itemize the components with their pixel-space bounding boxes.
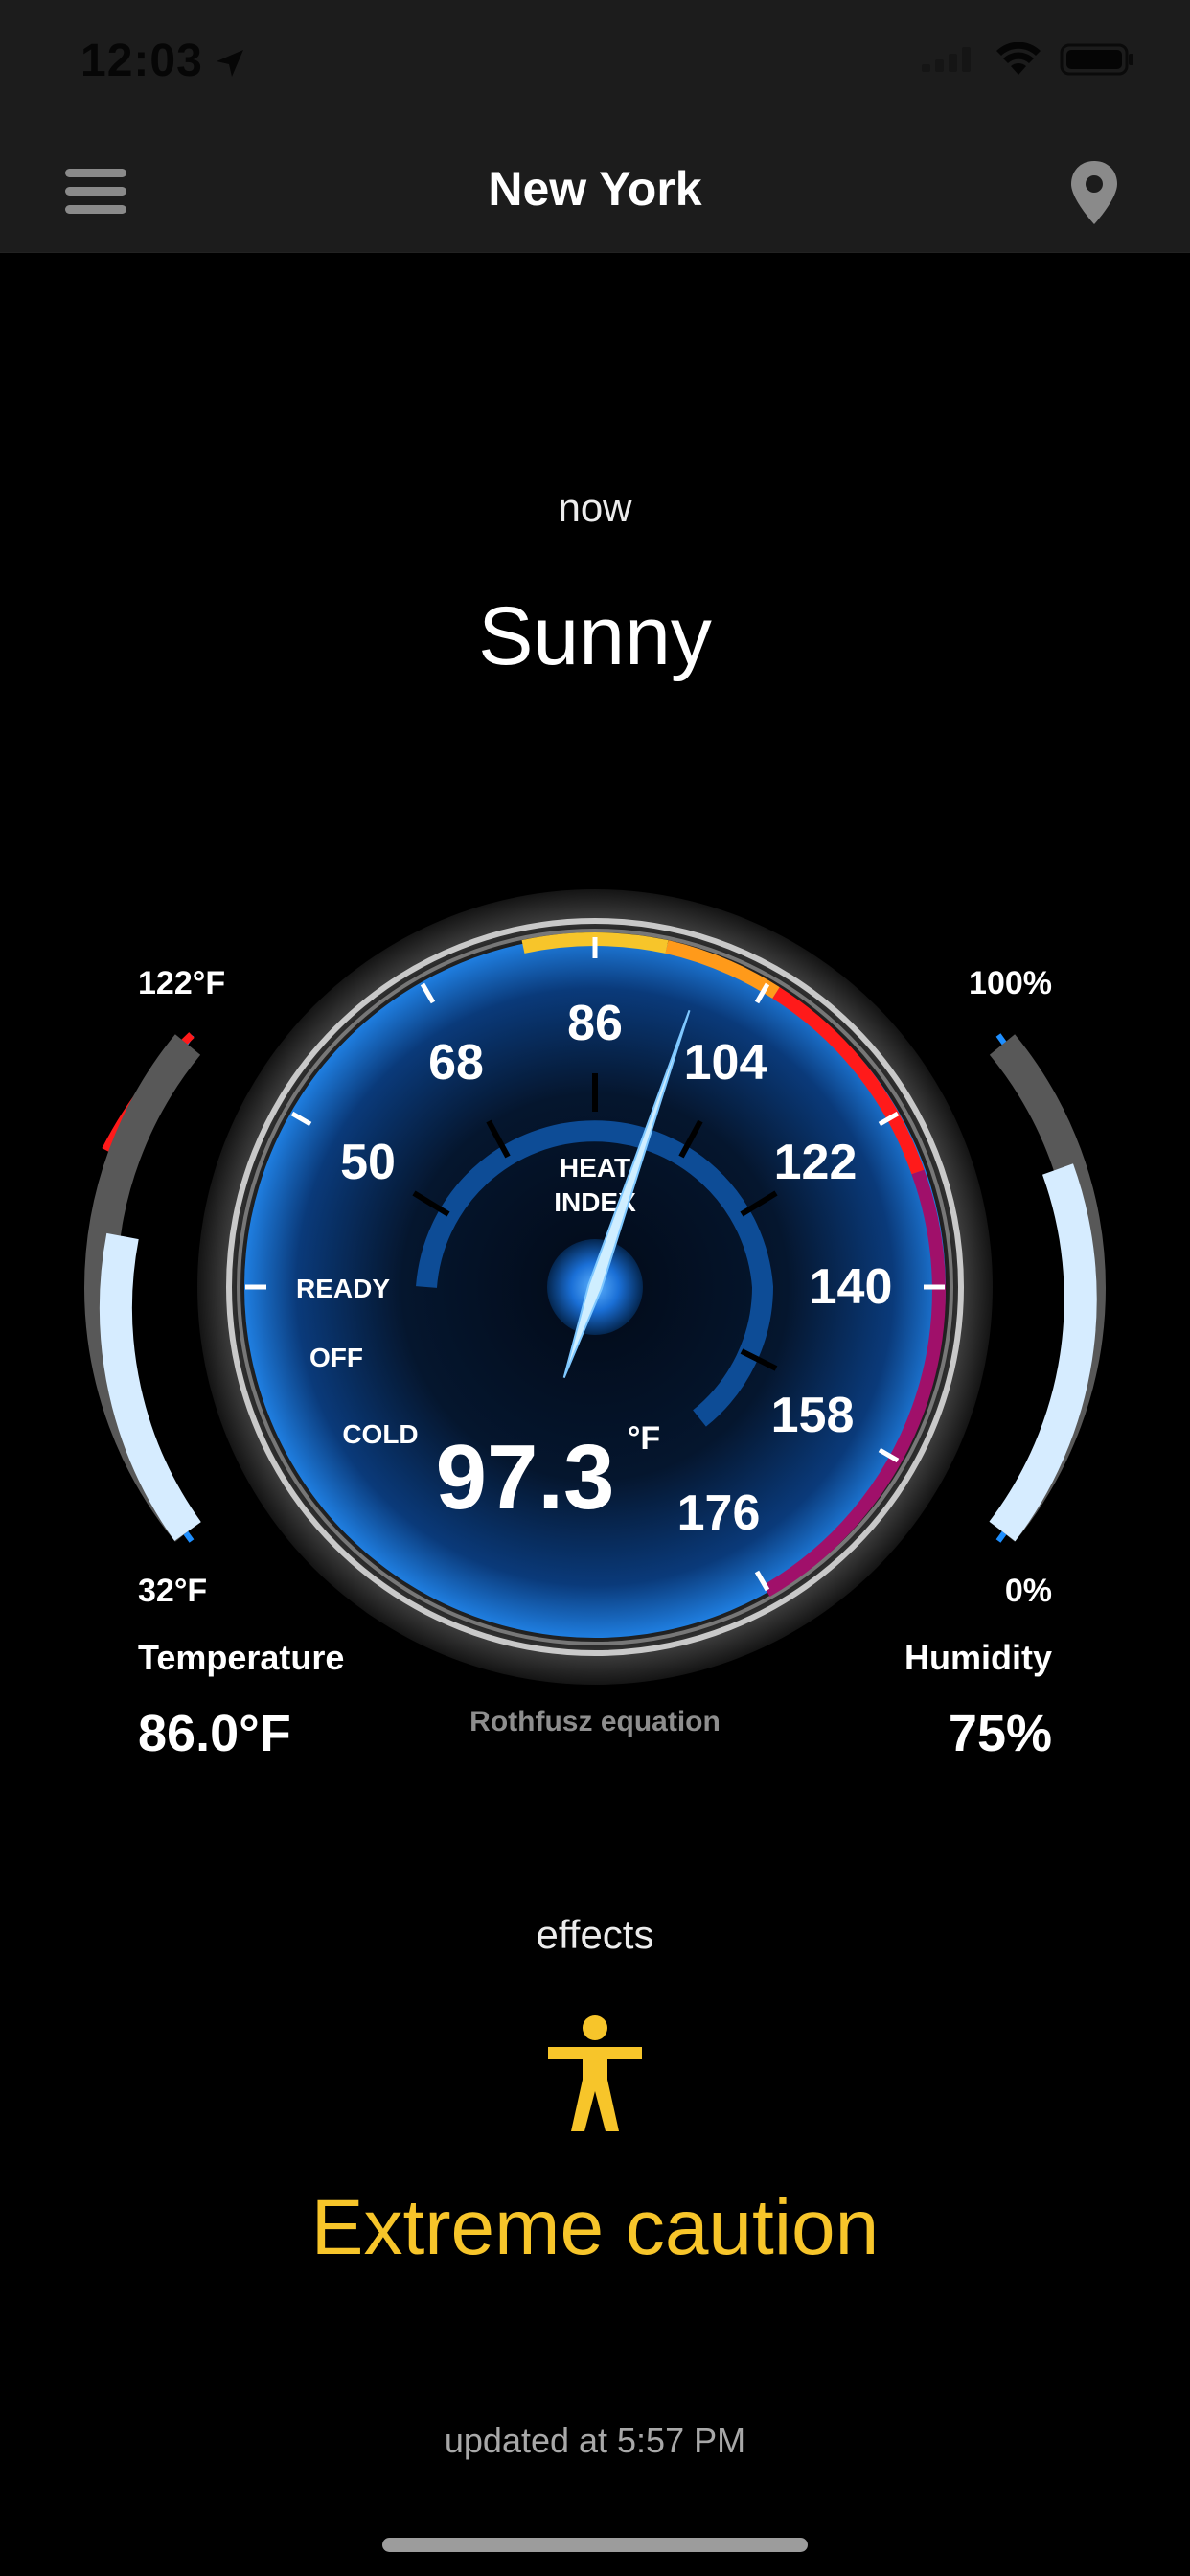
equation-label: Rothfusz equation xyxy=(469,1706,721,1737)
time-label: now xyxy=(558,485,632,530)
humidity-min-label: 0% xyxy=(1004,1573,1052,1609)
temperature-max-label: 122°F xyxy=(138,965,226,1001)
scale-label-68: 68 xyxy=(428,1035,484,1091)
weather-condition: Sunny xyxy=(478,590,712,682)
battery-icon xyxy=(1060,43,1133,76)
person-icon xyxy=(548,2015,642,2131)
scale-label-86: 86 xyxy=(567,996,623,1051)
heat-index-value: 97.3 xyxy=(436,1426,615,1529)
city-title: New York xyxy=(488,162,702,216)
scale-label-176: 176 xyxy=(677,1485,761,1541)
humidity-max-label: 100% xyxy=(969,965,1052,1001)
temperature-min-label: 32°F xyxy=(138,1573,208,1609)
scale-label-104: 104 xyxy=(684,1035,767,1091)
scale-label-50: 50 xyxy=(340,1135,396,1190)
effects-label: effects xyxy=(536,1912,654,1957)
status-off: OFF xyxy=(309,1343,363,1372)
map-pin-icon[interactable] xyxy=(1056,155,1133,232)
location-arrow-icon xyxy=(217,50,243,77)
scale-label-158: 158 xyxy=(771,1388,855,1443)
status-bar: 12:03 xyxy=(0,0,1190,126)
status-time: 12:03 xyxy=(80,35,203,86)
heat-index-label-line1: HEAT xyxy=(560,1153,630,1183)
humidity-meter xyxy=(989,1033,1106,1543)
temperature-title: Temperature xyxy=(138,1638,345,1677)
home-indicator[interactable] xyxy=(382,2538,808,2552)
wifi-icon xyxy=(996,42,1041,75)
status-icons xyxy=(920,42,1136,77)
humidity-title: Humidity xyxy=(904,1638,1052,1677)
nav-bar: New York xyxy=(0,126,1190,253)
effect-level: Extreme caution xyxy=(310,2184,880,2271)
updated-time: updated at 5:57 PM xyxy=(444,2421,746,2460)
status-ready: READY xyxy=(296,1274,390,1303)
temperature-meter xyxy=(84,1032,201,1543)
status-cold: COLD xyxy=(342,1419,418,1449)
scale-label-140: 140 xyxy=(810,1259,893,1315)
signal-icon xyxy=(922,47,971,72)
scale-label-122: 122 xyxy=(774,1135,858,1190)
heat-index-unit: °F xyxy=(628,1420,660,1457)
